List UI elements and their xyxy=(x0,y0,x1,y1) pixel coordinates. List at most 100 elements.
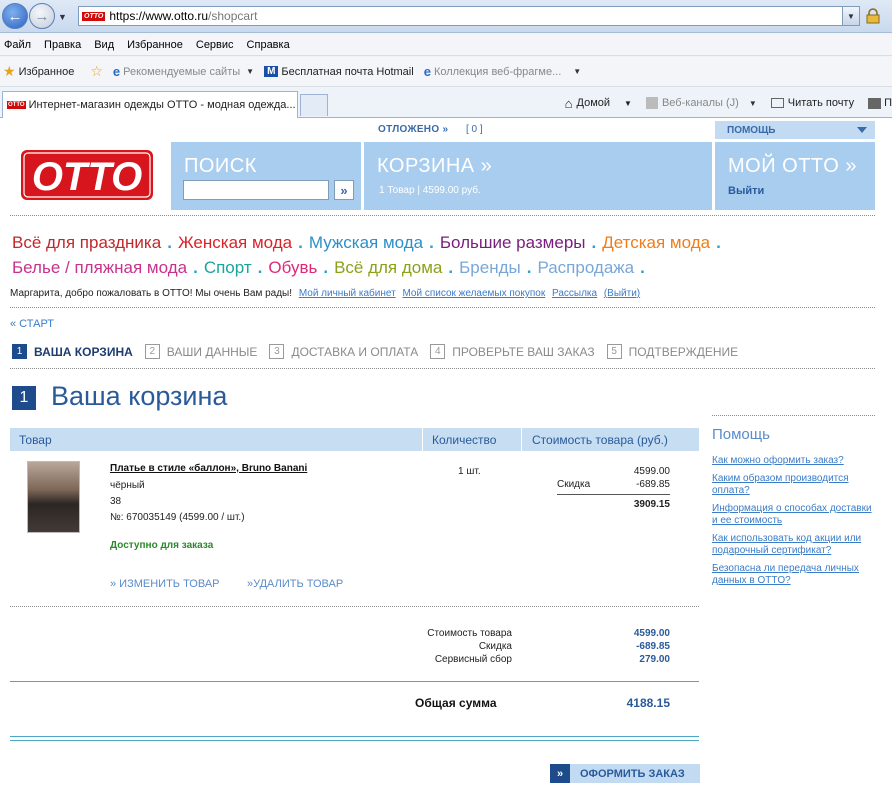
logout-link[interactable]: (Выйти) xyxy=(604,288,640,299)
product-color: чёрный xyxy=(110,480,145,491)
delete-item-link[interactable]: »УДАЛИТЬ ТОВАР xyxy=(247,578,343,590)
feeds-button[interactable]: Веб-каналы (J) ▼ xyxy=(645,97,757,109)
menu-favorites[interactable]: Избранное xyxy=(127,39,183,51)
edit-item-link[interactable]: » ИЗМЕНИТЬ ТОВАР xyxy=(110,578,220,590)
divider xyxy=(10,606,699,607)
step-label: ПОДТВЕРЖДЕНИЕ xyxy=(628,344,739,359)
address-row: ← → ▼ OTTO https://www.otto.ru/shopcart … xyxy=(0,0,892,33)
fav-web-slices[interactable]: e Коллекция веб-фрагме... ▼ xyxy=(424,64,582,79)
subtotal-rule xyxy=(557,494,670,495)
print-button[interactable]: П xyxy=(868,97,892,109)
printer-icon xyxy=(868,97,882,109)
address-bar[interactable]: OTTO https://www.otto.ru/shopcart ▼ xyxy=(78,6,860,26)
step-label: ПРОВЕРЬТЕ ВАШ ЗАКАЗ xyxy=(452,344,595,359)
my-otto-title[interactable]: МОЙ OTTO » xyxy=(728,155,857,178)
summary-service-label: Сервисный сбор xyxy=(434,654,512,665)
saved-items-link[interactable]: ОТЛОЖЕНО » xyxy=(378,124,448,135)
account-link[interactable]: Мой личный кабинет xyxy=(299,288,396,299)
add-favorite-button[interactable]: ☆ xyxy=(90,63,103,80)
category-link[interactable]: Спорт xyxy=(204,258,252,277)
lock-icon[interactable] xyxy=(866,8,880,24)
category-link[interactable]: Распродажа xyxy=(537,258,634,277)
product-price: 4599.00 xyxy=(633,466,670,477)
product-image[interactable] xyxy=(27,461,80,533)
category-link[interactable]: Большие размеры xyxy=(440,233,586,252)
ie-icon: e xyxy=(423,64,431,79)
help-link-security[interactable]: Безопасна ли передача личных данных в OT… xyxy=(712,563,875,587)
chevron-down-icon: ▼ xyxy=(748,98,757,108)
back-button[interactable]: ← xyxy=(2,3,28,29)
address-dropdown-icon[interactable]: ▼ xyxy=(842,7,859,25)
home-button[interactable]: ⌂ Домой ▼ xyxy=(565,96,632,111)
url-path: /shopcart xyxy=(208,9,258,23)
step-number: 2 xyxy=(144,344,160,359)
category-link[interactable]: Детская мода xyxy=(602,233,710,252)
category-link[interactable]: Бренды xyxy=(459,258,521,277)
divider xyxy=(10,736,699,737)
checkout-button[interactable]: » ОФОРМИТЬ ЗАКАЗ xyxy=(550,764,700,783)
menu-edit[interactable]: Правка xyxy=(44,39,81,51)
search-title: ПОИСК xyxy=(184,155,257,177)
chevron-down-icon: ▼ xyxy=(246,67,255,76)
help-link-payment[interactable]: Каким образом производится оплата? xyxy=(712,473,875,497)
new-tab-button[interactable] xyxy=(300,94,328,116)
category-separator: . xyxy=(640,258,645,277)
add-star-icon: ☆ xyxy=(90,63,103,79)
menu-view[interactable]: Вид xyxy=(94,39,114,51)
category-separator: . xyxy=(298,233,303,252)
divider xyxy=(10,307,875,308)
chevron-right-icon: » xyxy=(550,764,570,783)
menu-tools[interactable]: Сервис xyxy=(196,39,234,51)
category-separator: . xyxy=(716,233,721,252)
product-number: №: 670035149 (4599.00 / шт.) xyxy=(110,512,245,523)
divider xyxy=(10,681,699,682)
help-sidebar: Помощь Как можно оформить заказ? Каким о… xyxy=(712,415,875,593)
otto-logo[interactable]: OTTO xyxy=(21,150,153,200)
step-number: 3 xyxy=(269,344,285,359)
favorites-button[interactable]: ★ Избранное xyxy=(3,63,74,80)
menu-bar: Файл Правка Вид Избранное Сервис Справка xyxy=(0,34,892,56)
category-link[interactable]: Мужская мода xyxy=(309,233,423,252)
command-bar: ⌂ Домой ▼ Веб-каналы (J) ▼ Читать почту … xyxy=(565,92,892,114)
category-link[interactable]: Всё для дома xyxy=(334,258,442,277)
home-icon: ⌂ xyxy=(564,95,573,111)
tab-otto[interactable]: OTTO Интернет-магазин одежды OTTO - модн… xyxy=(2,91,298,118)
col-item: Товар xyxy=(19,433,52,447)
menu-file[interactable]: Файл xyxy=(4,39,31,51)
fav-hotmail[interactable]: M Бесплатная почта Hotmail xyxy=(264,66,414,78)
fav-suggested-sites[interactable]: e Рекомендуемые сайты ▼ xyxy=(113,64,254,79)
mail-icon xyxy=(770,98,784,108)
category-separator: . xyxy=(591,233,597,252)
help-dropdown[interactable]: ПОМОЩЬ xyxy=(715,121,875,139)
start-link[interactable]: « СТАРТ xyxy=(10,318,54,330)
search-input[interactable] xyxy=(183,180,329,200)
history-dropdown-icon[interactable]: ▼ xyxy=(58,12,67,22)
col-qty: Количество xyxy=(432,433,497,447)
category-separator: . xyxy=(323,258,329,277)
welcome-line: Маргарита, добро пожаловать в OTTO! Мы о… xyxy=(10,288,641,299)
category-link[interactable]: Обувь xyxy=(268,258,317,277)
forward-button[interactable]: → xyxy=(29,3,55,29)
newsletter-link[interactable]: Рассылка xyxy=(552,288,597,299)
menu-help[interactable]: Справка xyxy=(247,39,290,51)
search-submit-button[interactable]: » xyxy=(334,180,354,200)
summary-cost-label: Стоимость товара xyxy=(427,628,512,639)
product-name-link[interactable]: Платье в стиле «баллон», Bruno Banani xyxy=(110,463,307,474)
summary-discount-label: Скидка xyxy=(478,641,512,652)
url-host: https://www.otto.ru xyxy=(109,9,209,23)
help-link-order[interactable]: Как можно оформить заказ? xyxy=(712,455,875,467)
help-link-promo[interactable]: Как использовать код акции или подарочны… xyxy=(712,533,875,557)
tab-strip: OTTO Интернет-магазин одежды OTTO - модн… xyxy=(0,88,892,118)
col-cost: Стоимость товара (руб.) xyxy=(532,433,668,447)
help-link-delivery[interactable]: Информация о способах доставки и ее стои… xyxy=(712,503,875,527)
category-link[interactable]: Женская мода xyxy=(178,233,292,252)
category-link[interactable]: Всё для праздника xyxy=(12,233,161,252)
read-mail-button[interactable]: Читать почту xyxy=(770,97,854,109)
cart-panel[interactable]: КОРЗИНА » 1 Товар | 4599.00 руб. xyxy=(364,142,712,210)
divider xyxy=(10,368,875,369)
saved-items-count: [ 0 ] xyxy=(466,124,483,135)
category-link[interactable]: Белье / пляжная мода xyxy=(12,258,187,277)
category-separator: . xyxy=(193,258,198,277)
logout-link[interactable]: Выйти xyxy=(728,185,764,197)
wishlist-link[interactable]: Мой список желаемых покупок xyxy=(402,288,545,299)
